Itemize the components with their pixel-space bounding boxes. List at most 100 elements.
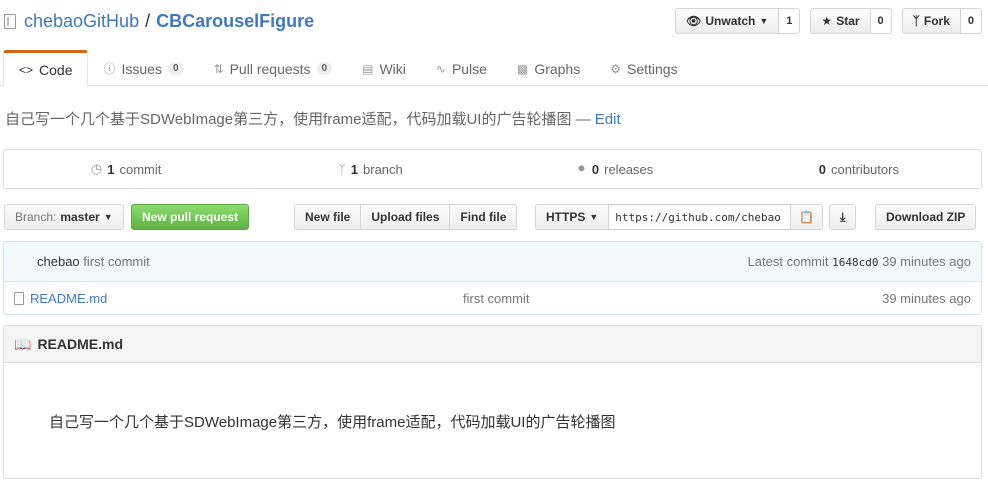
chevron-down-icon: ▼ [589, 212, 599, 222]
watch-group: 👁 Unwatch ▼ 1 [675, 8, 801, 34]
commits-link[interactable]: ◷ 1 commit [4, 150, 248, 188]
pull-request-icon: ⇅ [213, 61, 224, 76]
repo-nav-tabs: <> Code ⓘ Issues 0 ⇅ Pull requests 0 ▤ W… [0, 50, 988, 87]
edit-description-link[interactable]: Edit [595, 111, 621, 128]
tab-pulse-label: Pulse [451, 60, 487, 77]
star-group: ★ Star 0 [810, 8, 892, 34]
commit-message-link[interactable]: first commit [83, 254, 149, 269]
pulse-icon: ∿ [435, 61, 446, 76]
commit-sha-link[interactable]: 1648cd0 [832, 256, 878, 269]
history-icon: ◷ [90, 161, 103, 176]
branches-count: 1 [350, 161, 359, 177]
tab-graphs[interactable]: ▩ Graphs [502, 50, 595, 87]
new-pull-request-button[interactable]: New pull request [131, 204, 250, 230]
gear-icon: ⚙ [610, 61, 621, 76]
file-navigation: Branch: master ▼ New pull request New fi… [0, 204, 988, 230]
download-zip-button[interactable]: Download ZIP [875, 204, 977, 230]
fork-button[interactable]: ᛉ Fork [901, 8, 961, 34]
branch-prefix: Branch: [15, 210, 57, 224]
tab-graphs-label: Graphs [534, 60, 581, 77]
file-link[interactable]: README.md [14, 291, 107, 306]
file-row: README.md first commit 39 minutes ago [4, 282, 981, 314]
readme-header: 📖 README.md [4, 326, 981, 363]
protocol-select-button[interactable]: HTTPS ▼ [535, 204, 610, 230]
description-text: 自己写一个几个基于SDWebImage第三方，使用frame适配，代码加载UI的… [5, 111, 591, 128]
branch-select-button[interactable]: Branch: master ▼ [4, 204, 124, 230]
file-name: README.md [30, 290, 108, 306]
tab-settings[interactable]: ⚙ Settings [595, 50, 692, 87]
tab-issues[interactable]: ⓘ Issues 0 [88, 50, 198, 87]
copy-url-button[interactable]: 📋 [790, 204, 824, 230]
new-file-button[interactable]: New file [294, 204, 362, 230]
chevron-down-icon: ▼ [759, 16, 769, 26]
file-age: 39 minutes ago [882, 290, 971, 306]
eye-icon: 👁 [686, 14, 702, 28]
commits-count: 1 [107, 161, 115, 177]
branch-icon: ᛉ [337, 161, 346, 177]
fork-group: ᛉ Fork 0 [901, 8, 982, 34]
unwatch-button[interactable]: 👁 Unwatch ▼ [675, 8, 780, 34]
repo-title: chebaoGitHub / CBCarouselFigure [4, 8, 314, 34]
repo-name-link[interactable]: CBCarouselFigure [156, 8, 314, 34]
releases-count: 0 [591, 161, 600, 177]
contributors-label: contributors [831, 161, 899, 177]
tab-settings-label: Settings [627, 60, 678, 77]
chevron-down-icon: ▼ [103, 212, 113, 222]
pagehead-actions: 👁 Unwatch ▼ 1 ★ Star 0 ᛉ Fork 0 [675, 8, 982, 34]
tab-pull-requests[interactable]: ⇅ Pull requests 0 [199, 50, 348, 87]
contributors-link[interactable]: 0 contributors [737, 150, 981, 188]
book-icon: 📖 [14, 335, 32, 352]
latest-commit-label: Latest commit [747, 254, 829, 269]
download-icon: ⤓ [840, 209, 846, 224]
readme-box: 📖 README.md 自己写一个几个基于SDWebImage第三方，使用fra… [3, 325, 982, 479]
star-label: Star [836, 14, 860, 28]
pull-requests-counter: 0 [316, 62, 333, 75]
tab-pull-requests-label: Pull requests [229, 60, 311, 77]
branch-name: master [60, 210, 100, 224]
star-button[interactable]: ★ Star [810, 8, 871, 34]
branches-label: branch [363, 161, 403, 177]
commit-author-link[interactable]: chebao [37, 254, 80, 269]
branches-link[interactable]: ᛉ 1 branch [248, 150, 492, 188]
file-icon [14, 291, 24, 305]
tab-code-label: Code [39, 61, 73, 78]
repo-description: 自己写一个几个基于SDWebImage第三方，使用frame适配，代码加载UI的… [5, 108, 621, 129]
commit-age: 39 minutes ago [882, 254, 971, 269]
star-count[interactable]: 0 [870, 8, 892, 34]
issue-icon: ⓘ [103, 62, 116, 76]
tab-wiki[interactable]: ▤ Wiki [347, 50, 421, 87]
readme-body: 自己写一个几个基于SDWebImage第三方，使用frame适配，代码加载UI的… [49, 414, 616, 431]
tab-pulse[interactable]: ∿ Pulse [421, 50, 502, 87]
star-icon: ★ [821, 14, 833, 28]
fork-icon: ᛉ [912, 14, 920, 28]
tab-code[interactable]: <> Code [3, 50, 89, 87]
readme-title: README.md [37, 336, 123, 352]
contributors-count: 0 [818, 161, 827, 177]
releases-link[interactable]: ⚫ 0 releases [493, 150, 737, 188]
file-wrap: chebao first commit Latest commit 1648cd… [3, 241, 982, 315]
commits-label: commit [119, 161, 162, 177]
tab-issues-label: Issues [121, 60, 162, 77]
find-file-button[interactable]: Find file [449, 204, 518, 230]
file-commit-message-link[interactable]: first commit [463, 291, 529, 306]
tab-wiki-label: Wiki [379, 60, 406, 77]
clone-url-group: HTTPS ▼ 📋 [535, 204, 824, 230]
protocol-label: HTTPS [546, 210, 586, 224]
numbers-summary: ◷ 1 commit ᛉ 1 branch ⚫ 0 releases 0 con… [3, 149, 982, 189]
graph-icon: ▩ [516, 61, 529, 76]
fork-label: Fork [923, 14, 950, 28]
releases-label: releases [604, 161, 654, 177]
fork-count[interactable]: 0 [960, 8, 982, 34]
book-icon: ▤ [362, 61, 374, 76]
issues-counter: 0 [167, 62, 184, 75]
repo-icon [4, 13, 16, 29]
tag-icon: ⚫ [575, 161, 587, 176]
code-icon: <> [19, 62, 34, 77]
open-in-desktop-button[interactable]: ⤓ [829, 204, 857, 230]
clipboard-icon: 📋 [799, 210, 815, 224]
watch-count[interactable]: 1 [779, 8, 801, 34]
repo-owner-link[interactable]: chebaoGitHub [24, 8, 139, 34]
unwatch-label: Unwatch [705, 14, 756, 28]
upload-files-button[interactable]: Upload files [360, 204, 451, 230]
clone-url-input[interactable] [609, 204, 792, 230]
